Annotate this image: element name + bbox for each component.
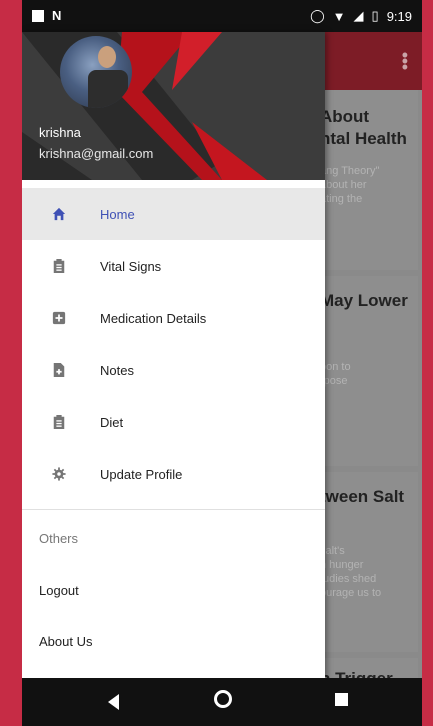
menu-item-vital-signs[interactable]: Vital Signs	[22, 240, 325, 292]
back-icon[interactable]	[108, 694, 119, 710]
menu-divider	[22, 509, 325, 510]
logout-link[interactable]: Logout	[39, 583, 79, 598]
gear-icon	[52, 467, 66, 481]
menu-item-label: Home	[100, 206, 135, 222]
wifi-icon: ▼	[332, 8, 346, 24]
article-title: tween Salt	[320, 487, 405, 506]
article-snippet: salt's n hunger tudies shed ourage us to	[320, 545, 382, 599]
notification-icon	[32, 9, 44, 22]
about-us-link[interactable]: About Us	[39, 634, 92, 649]
article-card[interactable]: About ntal Health ang Theory" about her …	[320, 90, 418, 270]
article-snippet: oon to rpose	[320, 361, 351, 387]
article-card[interactable]: tween Salt salt's n hunger tudies shed o…	[320, 472, 418, 652]
menu-item-label: Notes	[100, 362, 134, 378]
battery-icon: ▯	[371, 8, 379, 23]
navigation-drawer: krishna krishna@gmail.com Home Vital Sig…	[22, 32, 325, 678]
user-name: krishna	[39, 125, 81, 140]
system-navigation-bar	[22, 678, 422, 726]
article-title: About ntal Health	[320, 107, 407, 148]
recent-apps-icon[interactable]	[335, 693, 348, 706]
drawer-header: krishna krishna@gmail.com	[22, 32, 325, 180]
article-snippet: ang Theory" about her ating the	[320, 165, 380, 205]
more-options-icon[interactable]: • • •	[402, 46, 408, 76]
menu-item-label: Update Profile	[100, 466, 183, 482]
home-icon	[52, 207, 66, 221]
menu-item-label: Diet	[100, 414, 124, 430]
menu-item-label: Vital Signs	[100, 258, 162, 274]
menu-item-notes[interactable]: Notes	[22, 344, 325, 396]
note-add-icon	[53, 363, 65, 377]
phone-screen: N ◯ ▼ ◢ ▯ 9:19 • • • About ntal Health ang…	[22, 0, 422, 726]
clipboard-icon	[53, 415, 65, 429]
alarm-icon: ◯	[310, 8, 325, 23]
user-email: krishna@gmail.com	[39, 146, 154, 161]
menu-item-update-profile[interactable]: Update Profile	[22, 448, 325, 500]
status-bar: N ◯ ▼ ◢ ▯ 9:19	[22, 0, 422, 32]
plus-box-icon	[52, 311, 66, 325]
menu-item-home[interactable]: Home	[22, 188, 325, 240]
article-title: May Lower :	[320, 291, 408, 332]
clipboard-icon	[53, 259, 65, 273]
article-card[interactable]: May Lower : oon to rpose	[320, 276, 418, 466]
avatar[interactable]	[60, 36, 132, 108]
n-notification-icon: N	[52, 8, 62, 23]
status-time: 9:19	[386, 8, 412, 24]
menu-item-label: Medication Details	[100, 310, 207, 326]
signal-icon: ◢	[353, 8, 364, 23]
menu-item-diet[interactable]: Diet	[22, 396, 325, 448]
section-label-others: Others	[39, 531, 79, 546]
menu-item-medication-details[interactable]: Medication Details	[22, 292, 325, 344]
home-button-icon[interactable]	[214, 690, 232, 708]
